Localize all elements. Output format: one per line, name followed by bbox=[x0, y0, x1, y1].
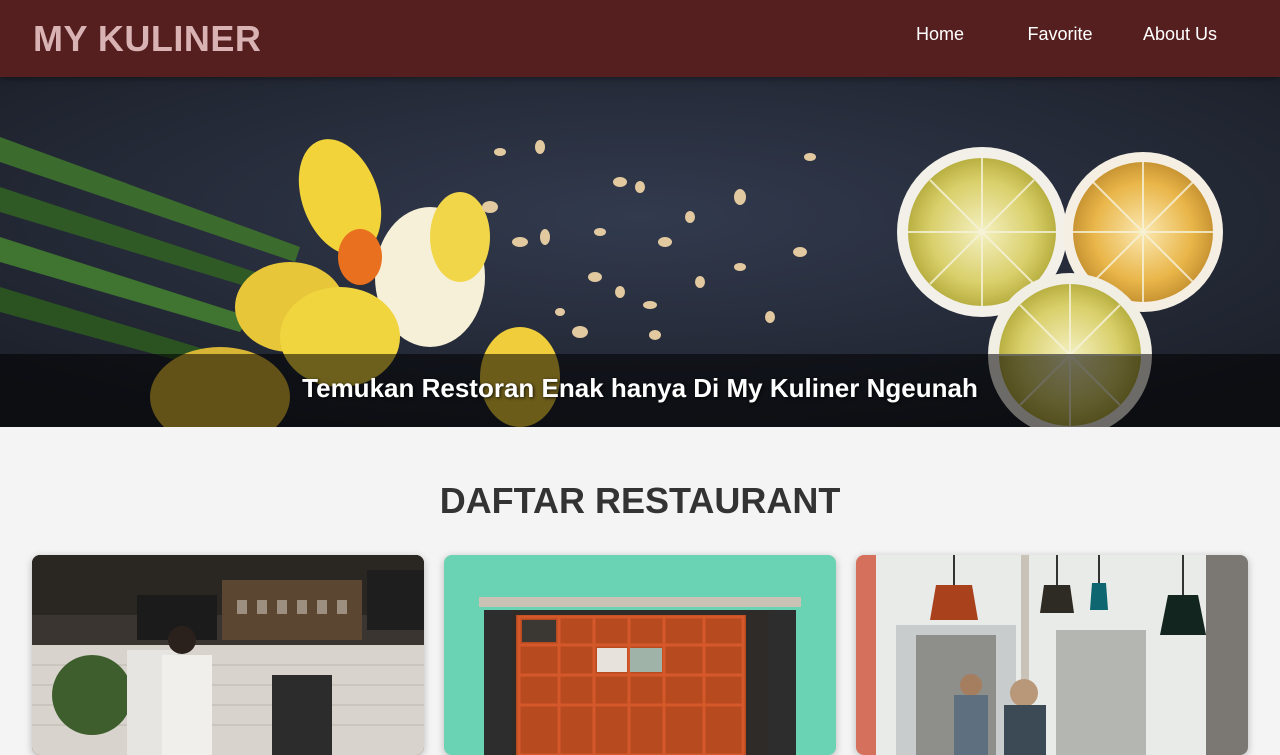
nav-about-link[interactable]: About Us bbox=[1125, 24, 1235, 45]
restaurant-list-title: DAFTAR RESTAURANT bbox=[439, 480, 841, 521]
main-nav: Home Favorite About Us bbox=[0, 24, 1280, 48]
restaurant-image bbox=[444, 555, 836, 755]
restaurant-card[interactable] bbox=[444, 555, 836, 755]
nav-home-link[interactable]: Home bbox=[885, 24, 995, 45]
restaurant-image bbox=[856, 555, 1248, 755]
hero-caption-text: Temukan Restoran Enak hanya Di My Kuline… bbox=[302, 373, 978, 403]
restaurant-card[interactable] bbox=[32, 555, 424, 755]
restaurant-image bbox=[32, 555, 424, 755]
nav-favorite-link[interactable]: Favorite bbox=[1005, 24, 1115, 45]
app-bar: MY KULINER Home Favorite About Us bbox=[0, 0, 1280, 77]
restaurant-card[interactable] bbox=[856, 555, 1248, 755]
hero-banner: Temukan Restoran Enak hanya Di My Kuline… bbox=[0, 77, 1280, 427]
